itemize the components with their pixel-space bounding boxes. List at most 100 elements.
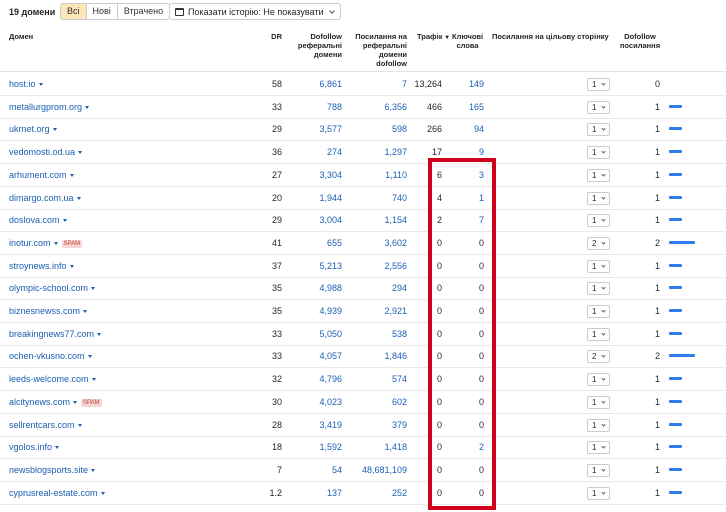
col-target[interactable]: Посилання на цільову сторінку: [492, 32, 609, 41]
col-dr[interactable]: DR: [250, 32, 282, 41]
tab-new[interactable]: Нові: [86, 4, 118, 19]
caret-down-icon[interactable]: [78, 151, 83, 155]
target-select[interactable]: 2: [587, 236, 610, 250]
ref-domains-value[interactable]: 4,057: [290, 345, 342, 367]
target-select[interactable]: 1: [587, 191, 610, 205]
domain-link[interactable]: newsblogsports.site: [9, 459, 96, 481]
backlinks-value[interactable]: 7: [350, 73, 407, 95]
caret-down-icon[interactable]: [100, 491, 105, 495]
caret-down-icon[interactable]: [77, 423, 82, 427]
domain-link[interactable]: ochen-vkusno.com: [9, 345, 92, 367]
target-select[interactable]: 2: [587, 350, 610, 364]
target-select[interactable]: 1: [587, 259, 610, 273]
domain-link[interactable]: arhument.com: [9, 164, 74, 186]
ref-domains-value[interactable]: 3,304: [290, 164, 342, 186]
target-select[interactable]: 1: [587, 282, 610, 296]
keywords-value[interactable]: 94: [448, 118, 484, 140]
target-select[interactable]: 1: [587, 146, 610, 160]
domain-link[interactable]: vgolos.info: [9, 436, 60, 458]
domain-link[interactable]: metallurgprom.org: [9, 96, 90, 118]
ref-domains-value[interactable]: 54: [290, 459, 342, 481]
target-select[interactable]: 1: [587, 327, 610, 341]
backlinks-value[interactable]: 574: [350, 368, 407, 390]
target-select[interactable]: 1: [587, 214, 610, 228]
domain-link[interactable]: cyprusreal-estate.com: [9, 482, 105, 504]
backlinks-value[interactable]: 6,356: [350, 96, 407, 118]
col-backlinks[interactable]: Посилання на реферальні домени dofollow: [346, 32, 407, 68]
ref-domains-value[interactable]: 137: [290, 482, 342, 504]
backlinks-value[interactable]: 1,846: [350, 345, 407, 367]
keywords-value[interactable]: 7: [448, 209, 484, 231]
keywords-value[interactable]: 165: [448, 96, 484, 118]
backlinks-value[interactable]: 602: [350, 391, 407, 413]
caret-down-icon[interactable]: [91, 287, 96, 291]
backlinks-value[interactable]: 379: [350, 414, 407, 436]
backlinks-value[interactable]: 1,418: [350, 436, 407, 458]
target-select[interactable]: 1: [587, 463, 610, 477]
domain-link[interactable]: leeds-welcome.com: [9, 368, 96, 390]
ref-domains-value[interactable]: 1,944: [290, 187, 342, 209]
keywords-value[interactable]: 149: [448, 73, 484, 95]
domain-link[interactable]: stroynews.info: [9, 255, 74, 277]
caret-down-icon[interactable]: [62, 219, 67, 223]
backlinks-value[interactable]: 2,921: [350, 300, 407, 322]
domain-link[interactable]: vedomosti.od.ua: [9, 141, 83, 163]
caret-down-icon[interactable]: [91, 378, 96, 382]
domain-link[interactable]: olympic-school.com: [9, 277, 96, 299]
caret-down-icon[interactable]: [69, 173, 74, 177]
ref-domains-value[interactable]: 5,050: [290, 323, 342, 345]
ref-domains-value[interactable]: 3,577: [290, 118, 342, 140]
ref-domains-value[interactable]: 1,592: [290, 436, 342, 458]
target-select[interactable]: 1: [587, 486, 610, 500]
domain-link[interactable]: sellrentcars.com: [9, 414, 82, 436]
domain-link[interactable]: breakingnews77.com: [9, 323, 102, 345]
history-dropdown[interactable]: Показати історію: Не показувати: [169, 3, 342, 20]
domain-link[interactable]: biznesnewss.com: [9, 300, 88, 322]
target-select[interactable]: 1: [587, 168, 610, 182]
target-select[interactable]: 1: [587, 418, 610, 432]
backlinks-value[interactable]: 1,154: [350, 209, 407, 231]
tab-lost[interactable]: Втрачено: [117, 4, 170, 19]
backlinks-value[interactable]: 48,681,109: [350, 459, 407, 481]
caret-down-icon[interactable]: [52, 128, 57, 132]
domain-link[interactable]: ukrnet.org: [9, 118, 57, 140]
ref-domains-value[interactable]: 6,861: [290, 73, 342, 95]
ref-domains-value[interactable]: 4,988: [290, 277, 342, 299]
domain-link[interactable]: alcitynews.com SPAM: [9, 391, 102, 413]
ref-domains-value[interactable]: 4,939: [290, 300, 342, 322]
target-select[interactable]: 1: [587, 305, 610, 318]
target-select[interactable]: 1: [587, 395, 610, 409]
domain-link[interactable]: inotur.com SPAM: [9, 232, 83, 254]
caret-down-icon[interactable]: [73, 400, 78, 404]
keywords-value[interactable]: 2: [448, 436, 484, 458]
ref-domains-value[interactable]: 3,004: [290, 209, 342, 231]
caret-down-icon[interactable]: [76, 196, 81, 200]
target-select[interactable]: 1: [587, 100, 610, 114]
ref-domains-value[interactable]: 655: [290, 232, 342, 254]
ref-domains-value[interactable]: 274: [290, 141, 342, 163]
caret-down-icon[interactable]: [38, 83, 43, 86]
col-ref-domains[interactable]: Dofollow реферальні домени: [290, 32, 342, 59]
col-keywords[interactable]: Ключові слова: [452, 32, 483, 50]
col-domain[interactable]: Домен: [9, 32, 33, 41]
caret-down-icon[interactable]: [87, 355, 92, 359]
ref-domains-value[interactable]: 5,213: [290, 255, 342, 277]
caret-down-icon[interactable]: [91, 468, 96, 472]
backlinks-value[interactable]: 252: [350, 482, 407, 504]
backlinks-value[interactable]: 3,602: [350, 232, 407, 254]
keywords-value[interactable]: 3: [448, 164, 484, 186]
ref-domains-value[interactable]: 3,419: [290, 414, 342, 436]
col-traffic[interactable]: Трафік ▼: [417, 32, 450, 43]
target-select[interactable]: 1: [587, 123, 610, 137]
tab-all[interactable]: Всі: [61, 4, 87, 19]
backlinks-value[interactable]: 1,297: [350, 141, 407, 163]
backlinks-value[interactable]: 2,556: [350, 255, 407, 277]
backlinks-value[interactable]: 294: [350, 277, 407, 299]
backlinks-value[interactable]: 538: [350, 323, 407, 345]
caret-down-icon[interactable]: [55, 446, 60, 450]
ref-domains-value[interactable]: 4,796: [290, 368, 342, 390]
target-select[interactable]: 1: [587, 373, 610, 387]
backlinks-value[interactable]: 1,110: [350, 164, 407, 186]
col-dofollow[interactable]: Dofollow посилання: [618, 32, 662, 50]
caret-down-icon[interactable]: [97, 332, 102, 336]
